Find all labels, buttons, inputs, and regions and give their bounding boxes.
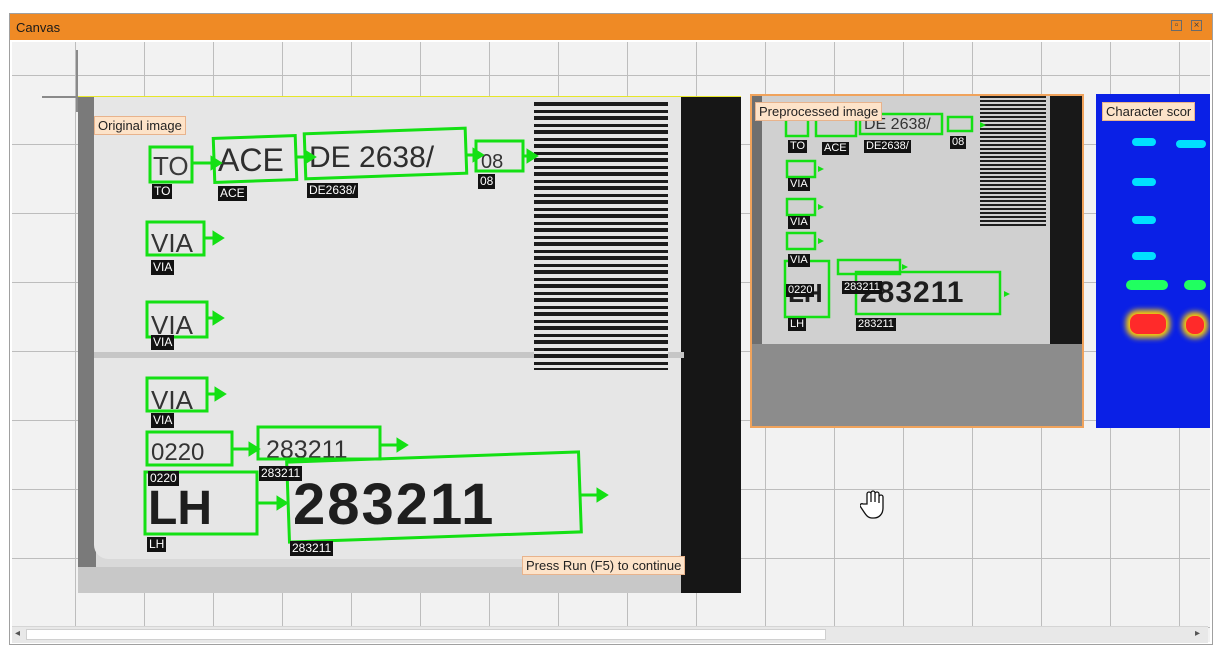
heatmap-blob bbox=[1132, 138, 1156, 146]
scrollbar-thumb[interactable] bbox=[26, 629, 826, 640]
original-image-caption: Original image bbox=[94, 116, 186, 135]
heatmap-blob bbox=[1184, 280, 1206, 290]
detect-box-0220 bbox=[145, 430, 234, 467]
det-label-via-3: VIA bbox=[151, 413, 175, 428]
canvas-area[interactable]: TO ACE DE 2638/ 08 VIA VIA VIA 0220 2832… bbox=[12, 42, 1210, 642]
window-titlebar[interactable]: Canvas ▫ × bbox=[10, 14, 1212, 40]
scroll-left-arrow[interactable]: ◂ bbox=[15, 628, 20, 639]
detect-box-283211-large bbox=[285, 450, 583, 544]
pp-label-ace: ACE bbox=[822, 142, 849, 155]
restore-icon[interactable]: ▫ bbox=[1171, 20, 1182, 31]
heatmap-blob bbox=[1126, 280, 1168, 290]
detect-box-to bbox=[148, 145, 194, 184]
pp-label-283211-small: 283211 bbox=[842, 281, 882, 294]
hand-cursor-icon bbox=[860, 490, 884, 519]
detect-box-283211-small bbox=[256, 425, 382, 461]
det-label-ace: ACE bbox=[218, 186, 247, 201]
det-label-de: DE2638/ bbox=[307, 183, 358, 198]
character-scores-caption: Character scor bbox=[1102, 102, 1196, 121]
scroll-right-arrow[interactable]: ▸ bbox=[1195, 628, 1200, 639]
heatmap-blob bbox=[1186, 316, 1204, 334]
pp-label-via-2: VIA bbox=[788, 216, 810, 229]
detect-box-de bbox=[302, 126, 469, 181]
close-icon[interactable]: × bbox=[1191, 20, 1202, 31]
heatmap-blob bbox=[1130, 314, 1166, 334]
pp-label-0220: 0220 bbox=[786, 284, 815, 297]
horizontal-scrollbar[interactable]: ◂ ▸ bbox=[12, 626, 1208, 643]
status-message: Press Run (F5) to continue bbox=[522, 556, 686, 575]
preprocessed-image-panel[interactable]: DE 2638/ LH 283211 bbox=[750, 94, 1084, 428]
det-label-via-2: VIA bbox=[151, 335, 175, 350]
det-label-0220: 0220 bbox=[148, 471, 179, 486]
pp-label-to: TO bbox=[788, 140, 808, 153]
detect-box-via-2 bbox=[145, 300, 209, 339]
pp-label-de: DE2638/ bbox=[864, 140, 911, 153]
character-scores-panel[interactable]: Character scor bbox=[1096, 94, 1210, 428]
detect-box-via-1 bbox=[145, 220, 206, 257]
heatmap-blob bbox=[1132, 252, 1156, 260]
det-label-08: 08 bbox=[478, 174, 496, 189]
heatmap-blob bbox=[1176, 140, 1206, 148]
pp-label-08: 08 bbox=[950, 136, 967, 149]
pp-label-via-1: VIA bbox=[788, 178, 810, 191]
detect-box-ace bbox=[211, 134, 299, 184]
heatmap-blob bbox=[1132, 216, 1156, 224]
pp-label-lh: LH bbox=[788, 318, 807, 331]
window-title: Canvas bbox=[16, 20, 61, 35]
det-label-283211-small: 283211 bbox=[259, 466, 303, 481]
det-label-via-1: VIA bbox=[151, 260, 175, 275]
canvas-window: Canvas ▫ × TO ACE DE 2638/ 08 VIA VIA VI… bbox=[9, 13, 1213, 645]
det-label-to: TO bbox=[152, 184, 173, 199]
pp-label-via-3: VIA bbox=[788, 254, 810, 267]
preprocessed-image-caption: Preprocessed image bbox=[755, 102, 883, 121]
heatmap-blob bbox=[1132, 178, 1156, 186]
pp-label-283211-large: 283211 bbox=[856, 318, 896, 331]
detection-overlay bbox=[143, 126, 609, 544]
det-label-lh: LH bbox=[147, 537, 167, 552]
original-image-panel[interactable]: TO ACE DE 2638/ 08 VIA VIA VIA 0220 2832… bbox=[78, 96, 741, 593]
detect-box-via-3 bbox=[145, 376, 209, 413]
det-label-283211-large: 283211 bbox=[290, 541, 334, 556]
